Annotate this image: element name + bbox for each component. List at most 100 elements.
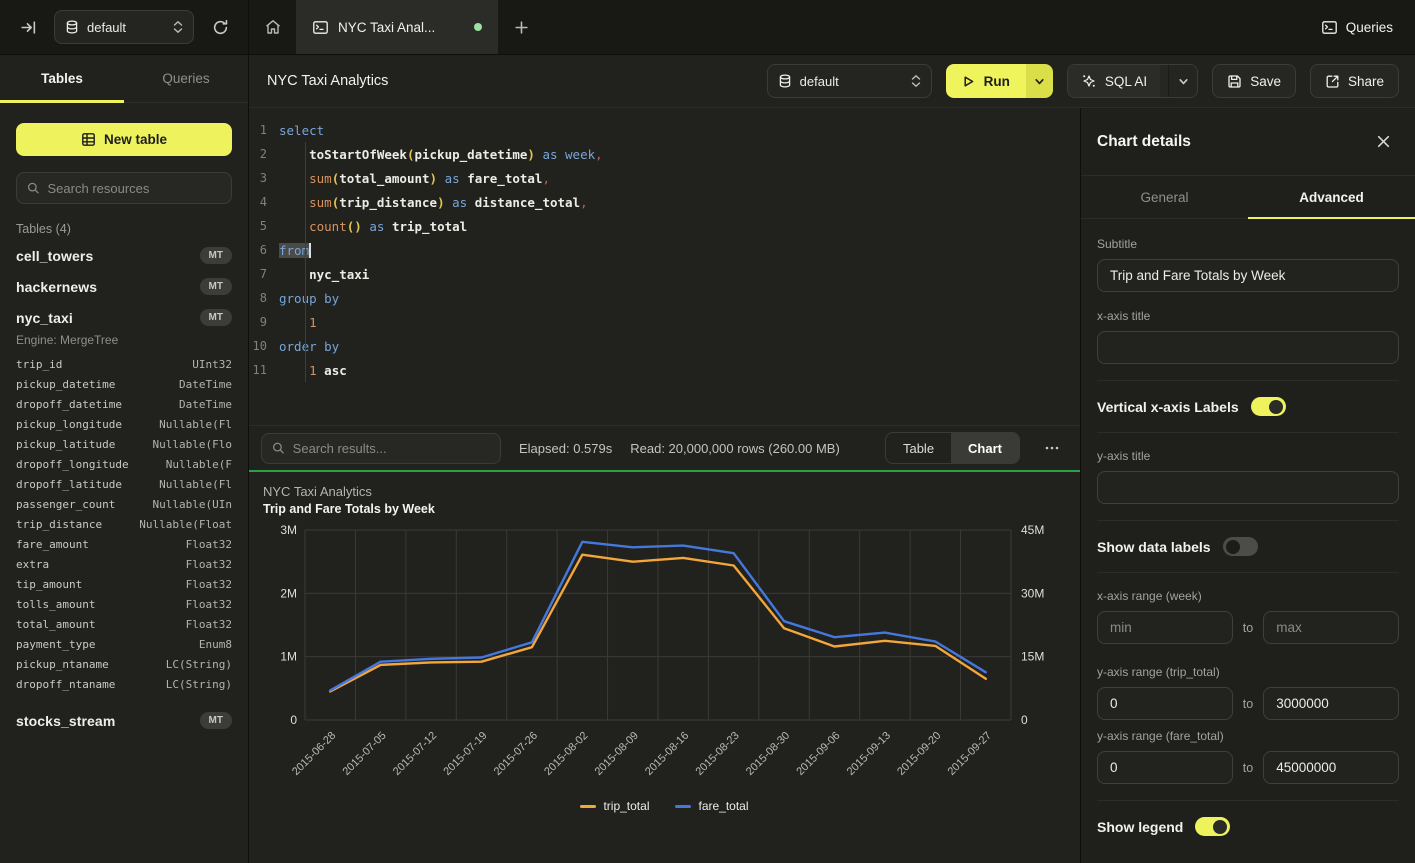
chevron-down-icon [1034, 76, 1045, 87]
code-text: sum(trip_distance) as distance_total, [279, 195, 588, 210]
y-range-fare-max-field[interactable] [1263, 751, 1399, 784]
editor-line: 10order by [249, 334, 1080, 358]
sql-editor[interactable]: 1select2 toStartOfWeek(pickup_datetime) … [249, 108, 1080, 425]
legend-item-fare_total[interactable]: fare_total [675, 799, 748, 813]
query-header: NYC Taxi Analytics default Run [249, 55, 1415, 108]
svg-text:2015-07-05: 2015-07-05 [340, 730, 388, 778]
divider [1097, 380, 1399, 381]
y-range-trip-max-field[interactable] [1263, 687, 1399, 720]
x-range-max-field[interactable] [1263, 611, 1399, 644]
column-row: dropoff_datetime DateTime [16, 395, 232, 415]
column-type: Nullable(Float [139, 515, 232, 535]
share-button[interactable]: Share [1310, 64, 1399, 98]
svg-text:2015-09-13: 2015-09-13 [845, 730, 893, 778]
more-options-icon[interactable] [1038, 434, 1066, 462]
tab-nyc-taxi-analytics[interactable]: NYC Taxi Anal... [296, 0, 498, 54]
view-toggle-chart[interactable]: Chart [951, 433, 1019, 463]
column-type: DateTime [179, 395, 232, 415]
new-tab-button[interactable] [498, 0, 545, 54]
details-title: Chart details [1097, 133, 1191, 151]
tables-list: cell_towersMThackernewsMTnyc_taxiMTEngin… [0, 240, 248, 736]
show-data-labels-toggle[interactable] [1223, 537, 1258, 556]
x-axis-title-field[interactable] [1097, 331, 1399, 364]
run-options-button[interactable] [1026, 64, 1053, 98]
sql-ai-button[interactable]: SQL AI [1068, 65, 1160, 97]
chart-plot: 001M15M2M30M3M45M2015-06-282015-07-05201… [263, 522, 1066, 799]
query-database-selector[interactable]: default [767, 64, 932, 98]
chart-legend: trip_total fare_total [263, 799, 1066, 813]
divider [1097, 800, 1399, 801]
column-row: pickup_datetimeDateTime [16, 375, 232, 395]
column-row: trip_distanceNullable(Float [16, 515, 232, 535]
run-button-label: Run [984, 74, 1010, 89]
tab-general[interactable]: General [1081, 176, 1248, 218]
column-name: extra [16, 555, 49, 575]
column-name: dropoff_datetime [16, 395, 122, 415]
tab-title: NYC Taxi Anal... [338, 20, 435, 35]
editor-line: 7 nyc_taxi [249, 262, 1080, 286]
results-bar: Elapsed: 0.579s Read: 20,000,000 rows (2… [249, 425, 1080, 470]
tab-advanced[interactable]: Advanced [1248, 176, 1415, 218]
column-name: fare_amount [16, 535, 89, 555]
database-icon [778, 74, 792, 89]
new-table-button[interactable]: New table [16, 123, 232, 156]
column-type: Nullable(UIn [153, 495, 232, 515]
sql-ai-options-button[interactable] [1168, 65, 1197, 97]
table-row-stocks_stream[interactable]: stocks_streamMT [0, 705, 248, 736]
table-row-hackernews[interactable]: hackernews MT [0, 271, 248, 302]
table-row-cell_towers[interactable]: cell_towersMT [0, 240, 248, 271]
details-header: Chart details [1081, 108, 1415, 176]
console-icon [312, 19, 329, 36]
column-type: Float32 [186, 575, 232, 595]
column-row: fare_amountFloat32 [16, 535, 232, 555]
database-selector[interactable]: default [54, 10, 194, 44]
refresh-icon[interactable] [206, 13, 234, 41]
table-row-nyc_taxi[interactable]: nyc_taxiMT [0, 302, 248, 333]
run-button-group: Run [946, 64, 1053, 98]
table-name: nyc_taxi [16, 310, 73, 326]
column-row: trip_idUInt32 [16, 355, 232, 375]
details-body: Subtitle x-axis title Vertical x-axis La… [1081, 219, 1415, 836]
sidebar-tab-tables[interactable]: Tables [0, 55, 124, 102]
x-axis-range-row: to [1097, 611, 1399, 644]
sidebar-tab-queries[interactable]: Queries [124, 55, 248, 102]
code-text: select [279, 123, 324, 138]
svg-text:2015-07-19: 2015-07-19 [441, 730, 489, 778]
show-legend-toggle[interactable] [1195, 817, 1230, 836]
line-number: 2 [249, 147, 279, 161]
run-button[interactable]: Run [946, 64, 1026, 98]
save-button[interactable]: Save [1212, 64, 1296, 98]
svg-text:2015-08-30: 2015-08-30 [744, 730, 792, 778]
subtitle-field[interactable] [1097, 259, 1399, 292]
read-stat: Read: 20,000,000 rows (260.00 MB) [630, 441, 840, 456]
x-range-min-field[interactable] [1097, 611, 1233, 644]
vertical-x-axis-labels-toggle[interactable] [1251, 397, 1286, 416]
indent-guide [305, 142, 306, 382]
view-toggle-table[interactable]: Table [886, 433, 951, 463]
show-data-labels-label: Show data labels [1097, 539, 1211, 555]
tab-strip: NYC Taxi Anal... Queries [249, 0, 1415, 54]
collapse-sidebar-icon[interactable] [14, 13, 42, 41]
queries-button[interactable]: Queries [1321, 0, 1415, 54]
column-type: Nullable(F [166, 455, 232, 475]
y-range-fare-min-field[interactable] [1097, 751, 1233, 784]
main-area: Tables Queries New table Tables (4) cell… [0, 55, 1415, 863]
close-icon[interactable] [1369, 128, 1397, 156]
column-row: passenger_countNullable(UIn [16, 495, 232, 515]
column-type: DateTime [179, 375, 232, 395]
column-row: extraFloat32 [16, 555, 232, 575]
table-name: hackernews [16, 279, 97, 295]
y-range-trip-min-field[interactable] [1097, 687, 1233, 720]
engine-badge: MT [200, 247, 232, 264]
svg-text:2015-08-16: 2015-08-16 [643, 730, 691, 778]
top-bar-left: default [0, 0, 249, 54]
y-axis-title-field[interactable] [1097, 471, 1399, 504]
table-name: stocks_stream [16, 713, 115, 729]
engine-badge: MT [200, 278, 232, 295]
resource-search-input[interactable] [48, 181, 221, 196]
vertical-x-axis-labels-row: Vertical x-axis Labels [1097, 397, 1399, 416]
results-search-input[interactable] [293, 441, 490, 456]
home-button[interactable] [249, 0, 296, 54]
column-name: dropoff_longitude [16, 455, 129, 475]
legend-item-trip_total[interactable]: trip_total [580, 799, 649, 813]
